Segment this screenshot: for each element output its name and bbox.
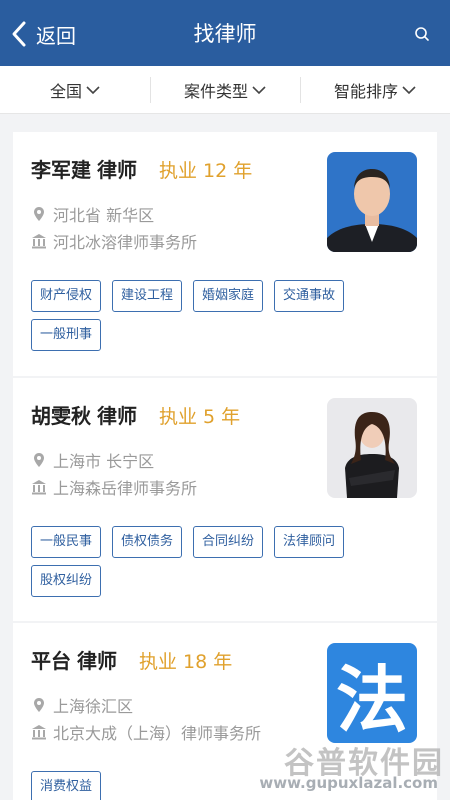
lawyer-firm-text: 上海森岳律师事务所 xyxy=(53,479,198,498)
lawyer-tags: 财产侵权 建设工程 婚姻家庭 交通事故 一般刑事 xyxy=(31,280,371,351)
tag[interactable]: 债权债务 xyxy=(112,526,183,558)
filter-bar: 全国 案件类型 智能排序 xyxy=(0,66,450,114)
location-pin-icon xyxy=(34,698,44,712)
lawyer-name-row: 李军建 律师 执业 12 年 xyxy=(31,154,252,183)
tag[interactable]: 交通事故 xyxy=(274,280,345,312)
lawyer-title: 律师 xyxy=(97,404,137,428)
lawyer-name-row: 胡雯秋 律师 执业 5 年 xyxy=(31,400,240,429)
top-bar: 返回 找律师 xyxy=(0,0,450,66)
tag[interactable]: 财产侵权 xyxy=(31,280,102,312)
lawyer-firm-text: 北京大成（上海）律师事务所 xyxy=(53,724,262,743)
lawyer-years: 执业 5 年 xyxy=(159,406,241,428)
lawyer-firm: 北京大成（上海）律师事务所 xyxy=(31,720,261,744)
tag[interactable]: 一般民事 xyxy=(31,526,102,558)
location-pin-icon xyxy=(34,207,44,221)
lawyer-location: 上海市 长宁区 xyxy=(31,448,154,472)
filter-sort-label: 智能排序 xyxy=(333,81,398,101)
page-title: 找律师 xyxy=(193,22,257,46)
law-firm-icon xyxy=(32,480,46,495)
lawyer-location: 河北省 新华区 xyxy=(31,202,154,226)
lawyer-location: 上海徐汇区 xyxy=(31,693,133,717)
tag[interactable]: 婚姻家庭 xyxy=(193,280,264,312)
law-logo-text: 法 xyxy=(335,657,408,742)
lawyer-title: 律师 xyxy=(97,158,137,182)
lawyer-avatar xyxy=(327,152,417,252)
platform-law-avatar: 法 xyxy=(327,643,417,743)
lawyer-location-text: 河北省 新华区 xyxy=(53,206,155,225)
lawyer-card[interactable]: 胡雯秋 律师 执业 5 年 上海市 长宁区 上海森岳律师事务所 一般民事 债权债… xyxy=(13,378,437,621)
lawyer-avatar xyxy=(327,398,417,498)
tag[interactable]: 股权纠纷 xyxy=(31,565,102,597)
lawyer-firm: 河北冰溶律师事务所 xyxy=(31,229,197,253)
filter-case-type[interactable]: 案件类型 xyxy=(150,66,300,113)
tag[interactable]: 消费权益 xyxy=(31,771,102,800)
chevron-down-icon xyxy=(252,85,266,94)
chevron-down-icon xyxy=(86,85,100,94)
lawyer-years: 执业 18 年 xyxy=(139,651,233,673)
tag[interactable]: 法律顾问 xyxy=(274,526,345,558)
lawyer-location-text: 上海市 长宁区 xyxy=(53,452,155,471)
law-firm-icon xyxy=(32,234,46,249)
lawyer-years: 执业 12 年 xyxy=(159,160,253,182)
lawyer-name: 平台 xyxy=(31,649,71,673)
lawyer-name-row: 平台 律师 执业 18 年 xyxy=(31,645,232,674)
lawyer-name: 李军建 xyxy=(31,158,91,182)
lawyer-firm-text: 河北冰溶律师事务所 xyxy=(53,233,198,252)
law-firm-icon xyxy=(32,725,46,740)
search-icon[interactable] xyxy=(414,26,430,42)
filter-region[interactable]: 全国 xyxy=(0,66,150,113)
tag[interactable]: 一般刑事 xyxy=(31,319,102,351)
location-pin-icon xyxy=(34,453,44,467)
lawyer-card[interactable]: 李军建 律师 执业 12 年 河北省 新华区 河北冰溶律师事务所 财产侵权 建设… xyxy=(13,132,437,376)
lawyer-location-text: 上海徐汇区 xyxy=(53,697,134,716)
lawyer-title: 律师 xyxy=(77,649,117,673)
lawyer-card[interactable]: 平台 律师 执业 18 年 上海徐汇区 北京大成（上海）律师事务所 法 消费权益 xyxy=(13,623,437,800)
filter-case-type-label: 案件类型 xyxy=(183,81,248,101)
filter-sort[interactable]: 智能排序 xyxy=(300,66,450,113)
lawyer-firm: 上海森岳律师事务所 xyxy=(31,475,197,499)
filter-region-label: 全国 xyxy=(49,81,82,101)
lawyer-tags: 一般民事 债权债务 合同纠纷 法律顾问 股权纠纷 xyxy=(31,526,371,597)
lawyer-tags: 消费权益 xyxy=(31,771,371,800)
tag[interactable]: 合同纠纷 xyxy=(193,526,264,558)
tag[interactable]: 建设工程 xyxy=(112,280,183,312)
lawyer-name: 胡雯秋 xyxy=(31,404,91,428)
chevron-down-icon xyxy=(402,85,416,94)
